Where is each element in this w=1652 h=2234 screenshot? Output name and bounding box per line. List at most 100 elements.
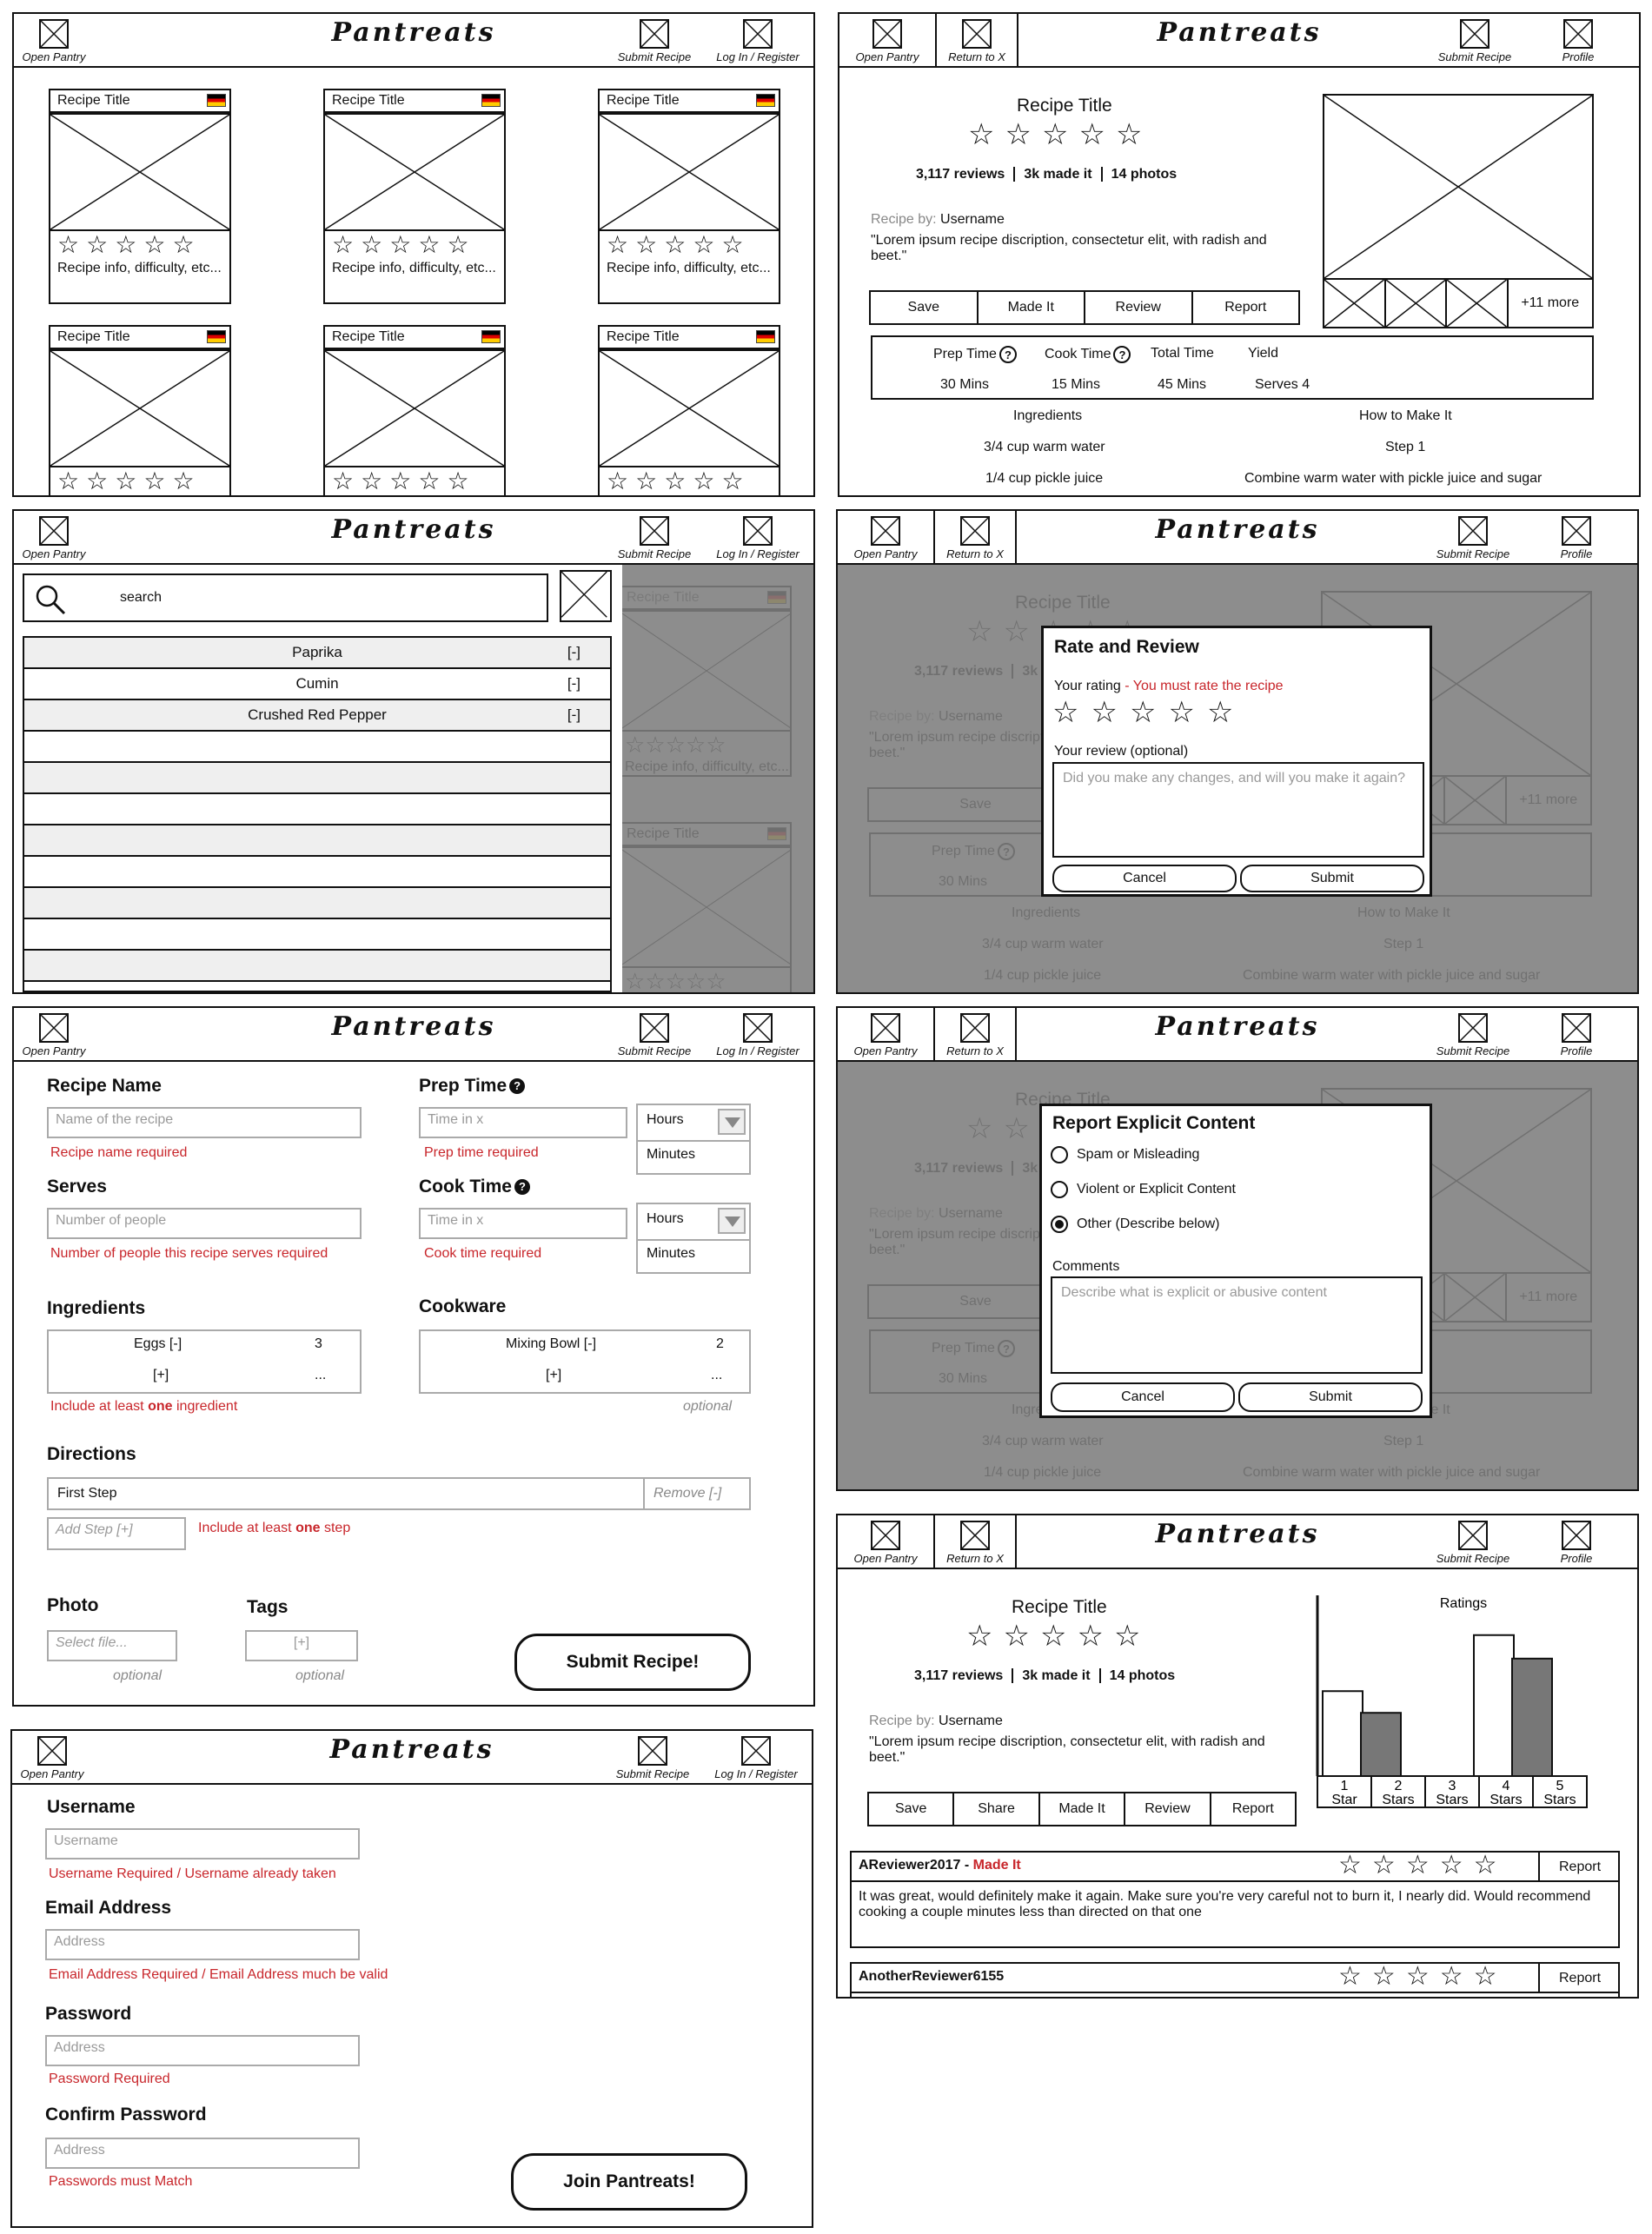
recipe-card[interactable]: Recipe Title ☆ ☆ ☆ ☆ ☆ Recipe info, difficulty…: [598, 89, 780, 304]
submit-button[interactable]: Submit: [1238, 1382, 1423, 1412]
pantry-item[interactable]: Cumin [-]: [24, 669, 610, 700]
open-pantry-button[interactable]: Open Pantry: [838, 1515, 935, 1568]
search-bar[interactable]: search: [23, 573, 548, 622]
open-pantry-button[interactable]: Open Pantry: [838, 1008, 935, 1060]
return-button[interactable]: Return to X: [935, 1515, 1017, 1568]
profile-button[interactable]: Profile: [1533, 1515, 1620, 1568]
reviewer-name[interactable]: AReviewer2017 - Made It: [859, 1858, 1021, 1873]
cookware-qty[interactable]: 2: [716, 1336, 724, 1352]
help-icon[interactable]: ?: [998, 346, 1017, 363]
return-button[interactable]: Return to X: [935, 511, 1017, 563]
login-register-button[interactable]: Log In / Register: [706, 1008, 810, 1060]
action-save-button[interactable]: Save: [871, 292, 979, 323]
login-register-button[interactable]: Log In / Register: [704, 1731, 808, 1783]
pantry-item[interactable]: Crushed Red Pepper [-]: [24, 700, 610, 732]
remove-item-button[interactable]: [-]: [567, 706, 581, 724]
pantry-item[interactable]: Paprika [-]: [24, 638, 610, 669]
open-pantry-button[interactable]: Open Pantry: [17, 1731, 87, 1783]
login-register-button[interactable]: Log In / Register: [706, 511, 810, 563]
add-tag-button[interactable]: [+]: [245, 1630, 358, 1661]
remove-item-button[interactable]: [-]: [567, 644, 581, 661]
more-photos-button[interactable]: +11 more: [1509, 280, 1593, 327]
submit-recipe-button[interactable]: Submit Recipe: [607, 14, 702, 66]
action-report-button[interactable]: Report: [1211, 1793, 1295, 1825]
submit-recipe-button[interactable]: Submit Recipe: [607, 511, 702, 563]
submit-recipe-form-button[interactable]: Submit Recipe!: [514, 1634, 751, 1691]
rating-input[interactable]: ☆ ☆ ☆ ☆ ☆: [1052, 698, 1233, 727]
submit-button[interactable]: Submit: [1240, 865, 1424, 892]
serves-input[interactable]: Number of people: [47, 1208, 362, 1239]
dropdown-arrow-icon[interactable]: [718, 1109, 746, 1135]
help-icon[interactable]: ?: [1113, 346, 1131, 363]
add-step-button[interactable]: Add Step [+]: [47, 1517, 186, 1550]
cook-time-input[interactable]: Time in x: [419, 1208, 627, 1239]
confirm-password-input[interactable]: Address: [45, 2138, 360, 2169]
open-pantry-button[interactable]: Open Pantry: [19, 1008, 89, 1060]
join-button[interactable]: Join Pantreats!: [511, 2153, 747, 2211]
action-made-it-button[interactable]: Made It: [979, 292, 1085, 323]
add-ingredient-button[interactable]: [+]: [153, 1368, 169, 1383]
recipe-card[interactable]: Recipe Title ☆ ☆ ☆ ☆ ☆ Recipe info, difficulty…: [49, 89, 231, 304]
action-report-button[interactable]: Report: [1193, 292, 1299, 323]
report-option[interactable]: Violent or Explicit Content: [1051, 1181, 1236, 1198]
username-input[interactable]: Username: [45, 1828, 360, 1859]
recipe-name-input[interactable]: Name of the recipe: [47, 1107, 362, 1138]
profile-button[interactable]: Profile: [1535, 14, 1622, 66]
ingredient-name[interactable]: Eggs [-]: [134, 1336, 182, 1352]
email-input[interactable]: Address: [45, 1929, 360, 1960]
report-review-button[interactable]: Report: [1538, 1964, 1620, 1993]
report-option[interactable]: Spam or Misleading: [1051, 1146, 1199, 1163]
recipe-card[interactable]: Recipe Title ☆ ☆ ☆ ☆ ☆: [323, 325, 506, 495]
recipe-card[interactable]: Recipe Title ☆ ☆ ☆ ☆ ☆ Recipe info, difficulty…: [323, 89, 506, 304]
prep-time-input[interactable]: Time in x: [419, 1107, 627, 1138]
cancel-button[interactable]: Cancel: [1052, 865, 1237, 892]
report-review-button[interactable]: Report: [1538, 1853, 1620, 1882]
return-button[interactable]: Return to X: [937, 14, 1018, 66]
return-button[interactable]: Return to X: [935, 1008, 1017, 1060]
submit-recipe-button[interactable]: Submit Recipe: [1425, 1515, 1521, 1568]
submit-recipe-button[interactable]: Submit Recipe: [605, 1731, 700, 1783]
cook-time-unit-select[interactable]: Hours Minutes: [636, 1203, 751, 1274]
close-pantry-button[interactable]: [560, 570, 612, 622]
cancel-button[interactable]: Cancel: [1051, 1382, 1235, 1412]
remove-step-button[interactable]: Remove [-]: [643, 1479, 749, 1508]
radio-icon[interactable]: [1051, 1146, 1068, 1163]
cookware-name[interactable]: Mixing Bowl [-]: [506, 1336, 596, 1352]
open-pantry-button[interactable]: Open Pantry: [838, 511, 935, 563]
thumbnail[interactable]: [1324, 280, 1386, 327]
profile-button[interactable]: Profile: [1533, 511, 1620, 563]
photo-input[interactable]: Select file...: [47, 1630, 177, 1661]
submit-recipe-button[interactable]: Submit Recipe: [607, 1008, 702, 1060]
thumbnail[interactable]: [1447, 280, 1509, 327]
action-review-button[interactable]: Review: [1125, 1793, 1211, 1825]
thumbnail[interactable]: [1385, 280, 1447, 327]
review-textarea[interactable]: Did you make any changes, and will you m…: [1052, 762, 1424, 858]
prep-time-unit-select[interactable]: Hours Minutes: [636, 1104, 751, 1175]
search-input[interactable]: search: [120, 590, 162, 606]
submit-recipe-button[interactable]: Submit Recipe: [1427, 14, 1523, 66]
open-pantry-button[interactable]: Open Pantry: [19, 511, 89, 563]
submit-recipe-button[interactable]: Submit Recipe: [1425, 511, 1521, 563]
action-share-button[interactable]: Share: [954, 1793, 1040, 1825]
step-text[interactable]: First Step: [57, 1486, 116, 1501]
recipe-card[interactable]: Recipe Title ☆ ☆ ☆ ☆ ☆: [49, 325, 231, 495]
action-save-button[interactable]: Save: [869, 1793, 955, 1825]
open-pantry-button[interactable]: Open Pantry: [19, 14, 89, 66]
password-input[interactable]: Address: [45, 2035, 360, 2066]
help-icon[interactable]: ?: [514, 1179, 530, 1196]
ingredient-qty[interactable]: 3: [315, 1336, 322, 1352]
report-option[interactable]: Other (Describe below): [1051, 1216, 1220, 1233]
radio-selected-icon[interactable]: [1051, 1216, 1068, 1233]
submit-recipe-button[interactable]: Submit Recipe: [1425, 1008, 1521, 1060]
radio-icon[interactable]: [1051, 1181, 1068, 1198]
add-cookware-button[interactable]: [+]: [546, 1368, 561, 1383]
open-pantry-button[interactable]: Open Pantry: [839, 14, 937, 66]
help-icon[interactable]: ?: [509, 1078, 526, 1095]
reviewer-name[interactable]: AnotherReviewer6155: [859, 1969, 1004, 1985]
action-review-button[interactable]: Review: [1085, 292, 1193, 323]
remove-item-button[interactable]: [-]: [567, 675, 581, 693]
dropdown-arrow-icon[interactable]: [718, 1208, 746, 1234]
recipe-card[interactable]: Recipe Title ☆ ☆ ☆ ☆ ☆: [598, 325, 780, 495]
profile-button[interactable]: Profile: [1533, 1008, 1620, 1060]
login-register-button[interactable]: Log In / Register: [706, 14, 810, 66]
